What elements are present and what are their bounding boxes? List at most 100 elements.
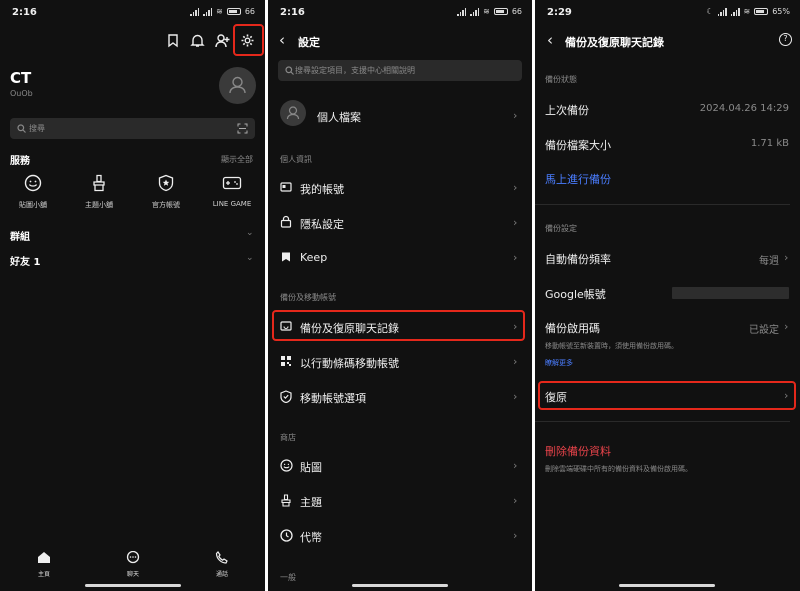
scan-icon[interactable] [237,123,248,134]
backup-pin-description: 移動帳號至新裝置時，須使用備份啟用碼。 [545,342,678,350]
backup-size-label: 備份檔案大小 [545,139,611,152]
keep-icon [282,252,290,262]
chevron-right-icon: › [784,320,789,333]
battery-level: 66 [511,7,522,16]
service-line-game[interactable]: LINE GAME [204,174,260,208]
delete-backup-button[interactable]: 刪除備份資料 [545,443,611,459]
divider [535,204,790,205]
chevron-right-icon: › [513,109,518,122]
settings-my-account[interactable]: 我的帳號 [300,181,344,197]
status-time: 2:16 [280,7,305,18]
smile-icon [24,174,42,192]
add-friend-icon[interactable] [215,33,231,48]
search-bar[interactable]: 搜尋 [10,118,255,139]
chevron-right-icon: › [513,355,518,368]
section-backup-settings: 備份設定 [545,224,577,233]
settings-qr-transfer[interactable]: 以行動條碼移動帳號 [300,355,399,371]
avatar [280,100,306,126]
section-personal-info: 個人資訊 [280,155,312,164]
moon-icon: ☾ [706,7,714,16]
learn-more-link[interactable]: 瞭解更多 [545,358,573,368]
settings-stickers[interactable]: 貼圖 [300,459,322,475]
brush-icon [281,494,291,507]
settings-highlight-box [233,24,264,56]
show-all-link[interactable]: 顯示全部 [221,154,253,165]
service-official[interactable]: 官方帳號 [138,174,194,210]
back-arrow-icon[interactable]: ‹ [547,31,553,49]
signal-icon [717,7,727,16]
restore-highlight-box [538,381,796,410]
settings-transfer-options[interactable]: 移動帳號選項 [300,390,366,406]
status-icons: ☾ ≋ 65% [706,7,790,16]
battery-level: 66 [244,7,255,16]
battery-icon [754,8,769,15]
service-label: 主題小舖 [85,201,113,209]
profile-name[interactable]: CT [10,69,31,87]
delete-backup-description: 刪除雲端硬碟中所有的備份資料及備份啟用碼。 [545,465,692,473]
shield-star-icon [158,174,174,192]
home-screen: 2:16 ≋ 66 CT OuOb 搜尋 服務 顯示全部 貼圖小舖 主題小舖 官… [0,0,265,591]
search-icon [17,124,26,133]
status-time: 2:16 [12,7,37,18]
tab-chat[interactable]: 聊天 [113,549,153,578]
gamepad-icon [222,176,242,190]
last-backup-label: 上次備份 [545,104,589,117]
chevron-right-icon: › [784,251,789,264]
signal-icon [203,7,213,16]
section-backup-status: 備份狀態 [545,75,577,84]
service-themes[interactable]: 主題小舖 [71,174,127,210]
bell-icon[interactable] [190,33,205,48]
section-general: 一般 [280,573,296,582]
signal-icon [190,7,200,16]
home-icon [38,552,50,563]
search-placeholder: 搜尋設定項目，支援中心相關說明 [295,66,415,75]
coin-clock-icon [280,529,293,542]
page-title: 備份及復原聊天記錄 [565,36,664,49]
tab-label: 通話 [215,571,228,578]
groups-label[interactable]: 群組 [10,228,30,243]
chevron-right-icon: › [513,390,518,403]
wifi-icon: ≋ [743,7,751,16]
services-title: 服務 [10,156,30,167]
search-placeholder: 搜尋 [29,124,45,133]
settings-coins[interactable]: 代幣 [300,529,322,545]
section-store: 商店 [280,433,296,442]
backup-screen: 2:29 ☾ ≋ 65% ‹ 備份及復原聊天記錄 ? 備份狀態 上次備份 202… [535,0,800,591]
home-indicator [85,584,181,587]
chevron-down-icon[interactable]: ⌄ [246,253,254,263]
back-arrow-icon[interactable]: ‹ [279,31,285,49]
chat-icon [126,550,140,564]
settings-search-input[interactable]: 搜尋設定項目，支援中心相關說明 [278,60,522,81]
battery-level: 65% [772,7,790,16]
divider [535,421,790,422]
backup-pin-label[interactable]: 備份啟用碼 [545,320,600,336]
home-indicator [619,584,715,587]
settings-privacy[interactable]: 隱私設定 [300,216,344,232]
chevron-right-icon: › [513,494,518,507]
bookmark-icon[interactable] [166,33,180,48]
signal-icon [457,7,467,16]
signal-icon [470,7,480,16]
last-backup-value: 2024.04.26 14:29 [699,103,789,114]
status-time: 2:29 [547,7,572,18]
settings-profile[interactable]: 個人檔案 [317,109,361,125]
settings-keep[interactable]: Keep [300,251,327,264]
backup-now-button[interactable]: 馬上進行備份 [545,171,611,187]
status-icons: ≋ 66 [190,7,255,16]
home-indicator [352,584,448,587]
help-icon[interactable]: ? [779,33,792,46]
service-stickers[interactable]: 貼圖小舖 [5,174,61,210]
friends-label[interactable]: 好友 1 [10,253,40,268]
tab-home[interactable]: 主頁 [24,549,64,578]
chevron-down-icon[interactable]: ⌄ [246,228,254,238]
google-account-label[interactable]: Google帳號 [545,286,606,302]
profile-id: OuOb [10,89,33,98]
avatar[interactable] [219,67,256,104]
page-title: 設定 [298,36,320,49]
chevron-right-icon: › [513,181,518,194]
redacted-google-account [672,287,789,299]
tab-calls[interactable]: 通話 [202,549,242,578]
settings-themes[interactable]: 主題 [300,494,322,510]
battery-icon [493,8,508,15]
auto-backup-frequency-label[interactable]: 自動備份頻率 [545,251,611,267]
